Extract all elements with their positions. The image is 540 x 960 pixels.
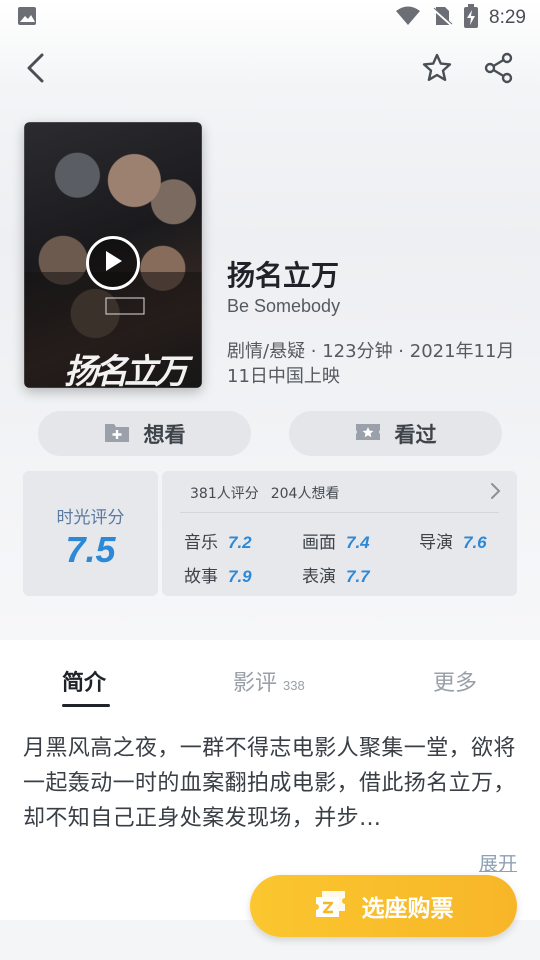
status-bar: 8:29 — [0, 0, 540, 36]
sub-score-story: 故事 7.9 — [184, 562, 252, 587]
sub-score-value: 7.2 — [228, 533, 252, 552]
sub-score-value: 7.7 — [346, 567, 370, 586]
movie-meta: 剧情/悬疑 · 123分钟 · 2021年11月11日中国上映 — [227, 341, 515, 387]
tab-label: 影评 — [233, 671, 278, 696]
synopsis-text: 月黑风高之夜，一群不得志电影人聚集一堂，欲将一起轰动一时的血案翻拍成电影，借此扬… — [23, 736, 516, 831]
back-button[interactable] — [16, 50, 56, 90]
rating-details-card[interactable]: 381人评分 204人想看 音乐 7.2 画面 7.4 导演 7.6 故事 7.… — [162, 471, 517, 596]
content-tabs: 简介 影评 338 更多 — [0, 655, 540, 710]
active-tab-indicator — [62, 704, 110, 707]
sub-score-value: 7.6 — [463, 533, 487, 552]
sub-score-label: 导演 — [419, 533, 453, 553]
wifi-icon — [395, 5, 421, 31]
movie-poster[interactable]: 扬名立万 — [24, 122, 202, 388]
rating-count: 381人评分 — [190, 486, 259, 502]
sub-score-director: 导演 7.6 — [419, 528, 487, 553]
tab-intro[interactable]: 简介 — [62, 665, 106, 697]
play-icon — [102, 249, 124, 277]
sub-score-label: 音乐 — [184, 533, 218, 553]
sub-score-visuals: 画面 7.4 — [302, 528, 370, 553]
share-icon — [483, 52, 515, 88]
sub-score-label: 画面 — [302, 533, 336, 553]
rating-score: 7.5 — [65, 529, 116, 570]
tab-reviews[interactable]: 影评 338 — [233, 665, 305, 697]
tab-more[interactable]: 更多 — [433, 665, 477, 697]
back-arrow-icon — [24, 52, 48, 88]
want-count: 204人想看 — [270, 486, 340, 502]
share-button[interactable] — [479, 50, 519, 90]
folder-plus-icon — [104, 421, 130, 447]
movie-english-title: Be Somebody — [227, 296, 341, 316]
have-watched-button[interactable]: 看过 — [289, 411, 502, 456]
poster-title-calligraphy: 扬名立万 — [64, 352, 188, 388]
movie-title: 扬名立万 — [227, 259, 340, 292]
sub-score-label: 表演 — [302, 567, 336, 587]
favorite-button[interactable] — [417, 50, 457, 90]
no-sim-icon — [431, 5, 453, 31]
tab-label: 简介 — [62, 671, 107, 696]
sub-score-acting: 表演 7.7 — [302, 562, 370, 587]
sub-score-music: 音乐 7.2 — [184, 528, 252, 553]
tab-label: 更多 — [433, 671, 478, 696]
buy-tickets-label: 选座购票 — [361, 896, 454, 922]
sub-score-label: 故事 — [184, 567, 218, 587]
rating-label: 时光评分 — [56, 508, 125, 528]
want-to-watch-label: 想看 — [143, 422, 186, 447]
play-trailer-button[interactable] — [86, 236, 140, 290]
rating-stats: 381人评分 204人想看 — [190, 483, 339, 503]
divider — [180, 512, 499, 513]
ticket-icon — [314, 889, 348, 923]
toolbar — [0, 44, 540, 96]
have-watched-label: 看过 — [394, 422, 437, 447]
ticket-star-icon — [355, 421, 381, 447]
want-to-watch-button[interactable]: 想看 — [38, 411, 251, 456]
sub-score-value: 7.9 — [228, 567, 252, 586]
expand-synopsis-link[interactable]: 展开 — [479, 849, 517, 876]
sub-score-value: 7.4 — [346, 533, 370, 552]
battery-charging-icon — [463, 4, 479, 32]
buy-tickets-button[interactable]: 选座购票 — [250, 875, 517, 937]
review-count: 338 — [283, 678, 305, 693]
chevron-right-icon — [489, 482, 501, 504]
overall-rating-card: 时光评分 7.5 — [23, 471, 158, 596]
star-icon — [421, 52, 453, 88]
clock: 8:29 — [489, 7, 526, 28]
gallery-notification-icon — [16, 5, 38, 31]
